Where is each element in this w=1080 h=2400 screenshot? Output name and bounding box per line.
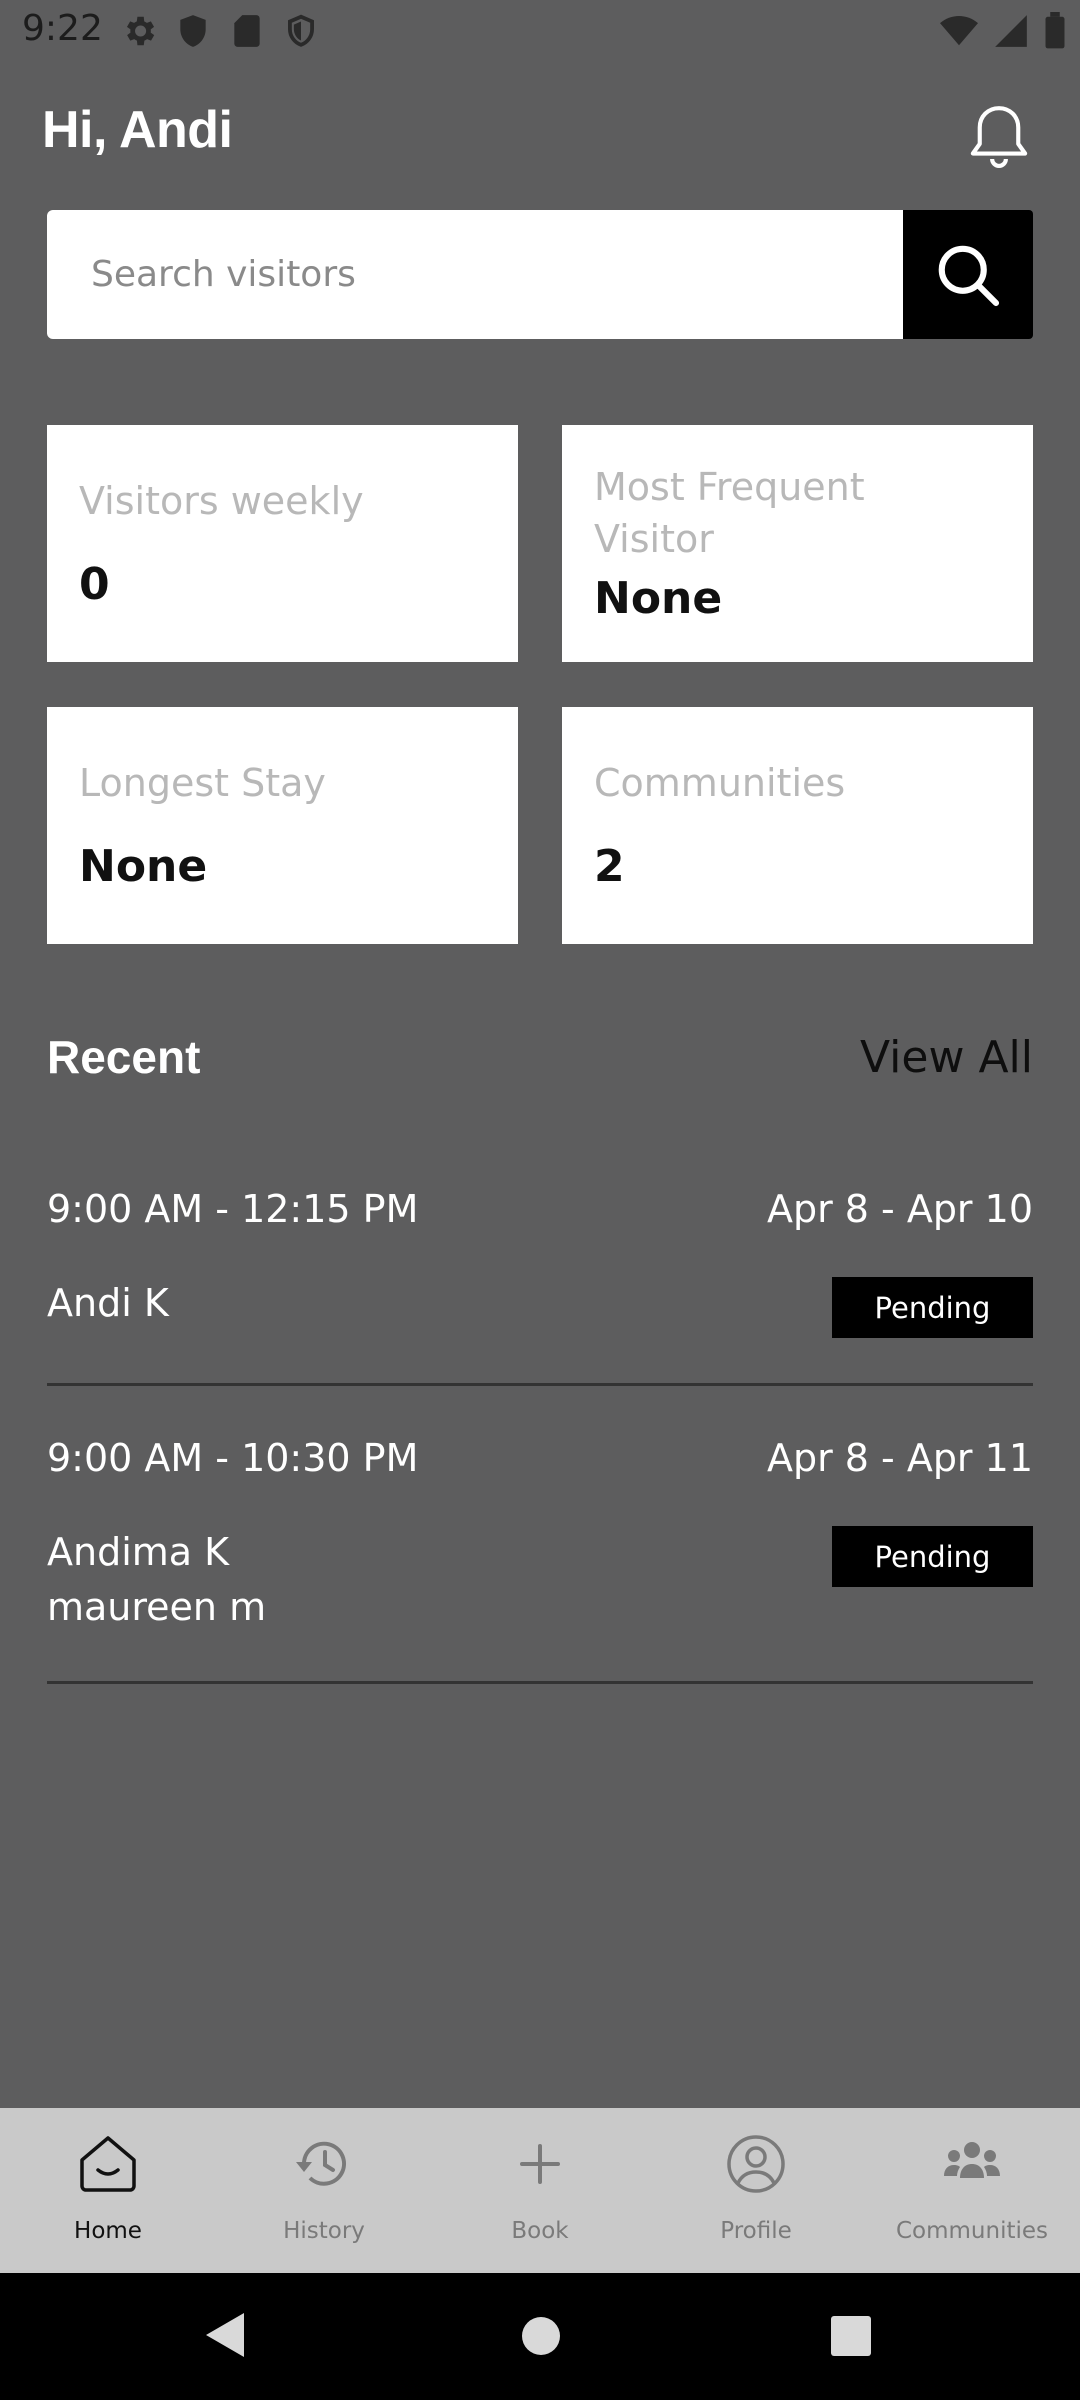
recent-section-title: Recent xyxy=(47,1031,201,1083)
home-circle-icon[interactable] xyxy=(520,2315,562,2357)
recent-visit-item[interactable]: 9:00 AM - 10:30 PM Apr 8 - Apr 11 Andima… xyxy=(0,1424,1080,1679)
sd-card-icon xyxy=(234,15,260,47)
profile-icon xyxy=(727,2135,785,2193)
status-icons-left xyxy=(120,12,320,50)
status-icons-right xyxy=(940,12,1066,50)
back-icon[interactable] xyxy=(204,2311,246,2359)
group-icon xyxy=(944,2142,1000,2178)
search-icon xyxy=(938,245,1000,306)
shield-icon xyxy=(180,15,206,47)
divider xyxy=(47,1383,1033,1386)
nav-label: Book xyxy=(511,2218,569,2244)
privacy-shield-icon xyxy=(288,14,314,47)
plus-icon xyxy=(520,2144,560,2184)
nav-item-history[interactable]: History xyxy=(216,2108,432,2273)
stat-value: 2 xyxy=(594,841,625,892)
nav-label: Home xyxy=(74,2218,142,2244)
nav-item-home[interactable]: Home xyxy=(0,2108,216,2273)
stat-card-most-frequent-visitor: Most Frequent Visitor None xyxy=(562,425,1033,662)
gear-icon xyxy=(126,16,155,46)
system-navigation-bar xyxy=(0,2273,1080,2400)
stat-label: Visitors weekly xyxy=(79,479,364,523)
nav-label: History xyxy=(283,2218,365,2244)
search-button[interactable] xyxy=(903,210,1033,339)
visitor-name: maureen m xyxy=(47,1585,267,1629)
stat-label: Longest Stay xyxy=(79,761,326,805)
status-badge: Pending xyxy=(832,1277,1033,1338)
stat-label: Most Frequent Visitor xyxy=(594,465,865,561)
bell-icon[interactable] xyxy=(966,102,1032,172)
stat-value: None xyxy=(79,841,208,892)
stat-label: Communities xyxy=(594,761,846,805)
visitor-name: Andi K xyxy=(47,1281,169,1325)
stat-card-communities: Communities 2 xyxy=(562,707,1033,944)
greeting-title: Hi, Andi xyxy=(42,101,233,159)
visitor-name: Andima K xyxy=(47,1530,230,1574)
bottom-navigation: Home History Book Profile Communities xyxy=(0,2108,1080,2273)
recent-visit-item[interactable]: 9:00 AM - 12:15 PM Apr 8 - Apr 10 Andi K… xyxy=(0,1175,1080,1385)
stat-value: 0 xyxy=(79,559,110,610)
recents-icon[interactable] xyxy=(830,2315,872,2357)
wifi-icon xyxy=(940,15,978,46)
status-time: 9:22 xyxy=(22,8,103,49)
battery-icon xyxy=(1045,12,1065,49)
visit-time-range: 9:00 AM - 10:30 PM xyxy=(47,1436,419,1480)
visit-date-range: Apr 8 - Apr 11 xyxy=(766,1436,1033,1480)
history-icon xyxy=(296,2141,346,2186)
nav-item-communities[interactable]: Communities xyxy=(864,2108,1080,2273)
nav-label: Profile xyxy=(720,2218,792,2244)
stat-card-visitors-weekly: Visitors weekly 0 xyxy=(47,425,518,662)
cellular-signal-icon xyxy=(995,15,1027,47)
visit-time-range: 9:00 AM - 12:15 PM xyxy=(47,1187,419,1231)
divider xyxy=(47,1681,1033,1684)
search-input[interactable] xyxy=(47,210,903,339)
view-all-link[interactable]: View All xyxy=(860,1032,1033,1083)
stat-value: None xyxy=(594,573,723,624)
nav-label: Communities xyxy=(895,2218,1049,2244)
nav-item-book[interactable]: Book xyxy=(432,2108,648,2273)
nav-item-profile[interactable]: Profile xyxy=(648,2108,864,2273)
home-icon xyxy=(80,2136,136,2192)
stat-card-longest-stay: Longest Stay None xyxy=(47,707,518,944)
visit-date-range: Apr 8 - Apr 10 xyxy=(766,1187,1033,1231)
status-badge: Pending xyxy=(832,1526,1033,1587)
